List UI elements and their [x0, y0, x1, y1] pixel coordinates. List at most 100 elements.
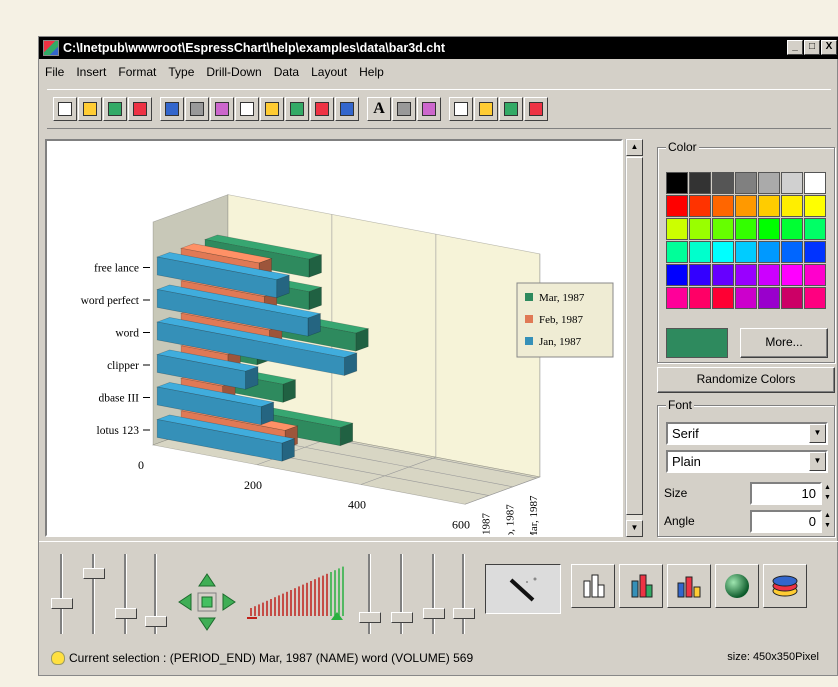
color-swatch[interactable] — [781, 218, 803, 240]
light-slider-3[interactable] — [421, 554, 447, 634]
menu-layout[interactable]: Layout — [305, 65, 353, 79]
close-button[interactable]: X — [821, 40, 837, 55]
color-swatch[interactable] — [712, 195, 734, 217]
color-swatch[interactable] — [712, 264, 734, 286]
color-swatch[interactable] — [804, 172, 826, 194]
open-button[interactable] — [78, 97, 102, 121]
menu-type[interactable]: Type — [162, 65, 200, 79]
view-3d-shaded-button[interactable] — [667, 564, 711, 608]
color-swatch[interactable] — [804, 195, 826, 217]
color-swatch[interactable] — [758, 218, 780, 240]
save-button[interactable] — [103, 97, 127, 121]
table-button[interactable] — [310, 97, 334, 121]
list-button[interactable] — [335, 97, 359, 121]
color-swatch[interactable] — [758, 241, 780, 263]
depth-slider[interactable] — [113, 554, 139, 634]
color-swatch[interactable] — [781, 287, 803, 309]
lighting-sphere-button[interactable] — [715, 564, 759, 608]
axis-button[interactable] — [260, 97, 284, 121]
color-swatch[interactable] — [666, 241, 688, 263]
color-swatch[interactable] — [781, 172, 803, 194]
color-swatch[interactable] — [689, 287, 711, 309]
help-button[interactable] — [524, 97, 548, 121]
slider-knob[interactable] — [453, 608, 475, 619]
color-swatch[interactable] — [804, 287, 826, 309]
chart-type-button[interactable] — [185, 97, 209, 121]
color-swatch[interactable] — [804, 218, 826, 240]
rotation-slider-y[interactable] — [81, 554, 107, 634]
chevron-down-icon[interactable]: ▼ — [809, 424, 826, 443]
color-swatch[interactable] — [735, 195, 757, 217]
color-swatch[interactable] — [735, 218, 757, 240]
menu-format[interactable]: Format — [112, 65, 162, 79]
text-button[interactable]: A — [367, 97, 391, 121]
rotation-slider-x[interactable] — [49, 554, 75, 634]
slider-knob[interactable] — [359, 612, 381, 623]
more-colors-button[interactable]: More... — [740, 328, 828, 358]
zoom-button[interactable] — [235, 97, 259, 121]
chevron-down-icon[interactable]: ▼ — [809, 452, 826, 471]
randomize-colors-button[interactable]: Randomize Colors — [657, 367, 835, 393]
refresh-button[interactable] — [474, 97, 498, 121]
color-swatch[interactable] — [666, 287, 688, 309]
color-swatch[interactable] — [689, 264, 711, 286]
light-intensity-ramp[interactable] — [245, 564, 353, 624]
direction-pad-icon[interactable] — [177, 572, 237, 632]
export-button[interactable] — [128, 97, 152, 121]
page-button[interactable] — [449, 97, 473, 121]
color-swatch[interactable] — [758, 264, 780, 286]
slider-knob[interactable] — [51, 598, 73, 609]
chart-options-button[interactable] — [210, 97, 234, 121]
font-family-select[interactable]: Serif ▼ — [666, 422, 828, 445]
menu-help[interactable]: Help — [353, 65, 390, 79]
color-swatch[interactable] — [689, 241, 711, 263]
color-swatch[interactable] — [712, 241, 734, 263]
color-swatch[interactable] — [735, 264, 757, 286]
color-swatch[interactable] — [735, 241, 757, 263]
light-slider-4[interactable] — [451, 554, 477, 634]
view-3d-solid-button[interactable] — [619, 564, 663, 608]
pointer-tool-button[interactable] — [485, 564, 561, 614]
color-swatch[interactable] — [689, 195, 711, 217]
color-swatch[interactable] — [781, 241, 803, 263]
image-button[interactable] — [417, 97, 441, 121]
slider-knob[interactable] — [115, 608, 137, 619]
color-swatch[interactable] — [666, 195, 688, 217]
color-swatch[interactable] — [781, 264, 803, 286]
light-slider-2[interactable] — [389, 554, 415, 634]
font-size-input[interactable]: 10 — [750, 482, 822, 505]
maximize-button[interactable]: □ — [804, 40, 820, 55]
color-swatch[interactable] — [758, 287, 780, 309]
angle-spinner-icon[interactable]: ▲ ▼ — [824, 511, 834, 531]
minimize-button[interactable]: _ — [787, 40, 803, 55]
vertical-scrollbar[interactable]: ▲ ▼ — [625, 139, 643, 537]
menu-data[interactable]: Data — [268, 65, 305, 79]
slider-knob[interactable] — [391, 612, 413, 623]
size-spinner-icon[interactable]: ▲ ▼ — [824, 483, 834, 503]
slider-knob[interactable] — [423, 608, 445, 619]
slider-knob[interactable] — [145, 616, 167, 627]
color-swatch[interactable] — [689, 172, 711, 194]
data-source-button[interactable] — [160, 97, 184, 121]
color-swatch[interactable] — [758, 195, 780, 217]
perspective-slider[interactable] — [143, 554, 169, 634]
color-swatch[interactable] — [735, 172, 757, 194]
menu-file[interactable]: File — [39, 65, 70, 79]
scroll-thumb[interactable] — [626, 157, 643, 515]
color-swatch[interactable] — [666, 172, 688, 194]
color-swatch[interactable] — [804, 241, 826, 263]
color-swatch[interactable] — [689, 218, 711, 240]
color-swatch[interactable] — [666, 218, 688, 240]
font-angle-input[interactable]: 0 — [750, 510, 822, 533]
new-button[interactable] — [53, 97, 77, 121]
line-button[interactable] — [392, 97, 416, 121]
color-swatch[interactable] — [781, 195, 803, 217]
color-swatch[interactable] — [804, 264, 826, 286]
menu-insert[interactable]: Insert — [70, 65, 112, 79]
color-swatch[interactable] — [735, 287, 757, 309]
color-swatch[interactable] — [712, 287, 734, 309]
chart-canvas[interactable]: lotus 123 dbase III clipper word word perfec… — [45, 139, 623, 555]
scroll-down-arrow-icon[interactable]: ▼ — [626, 520, 643, 537]
color-swatch[interactable] — [712, 172, 734, 194]
color-swatch[interactable] — [666, 264, 688, 286]
